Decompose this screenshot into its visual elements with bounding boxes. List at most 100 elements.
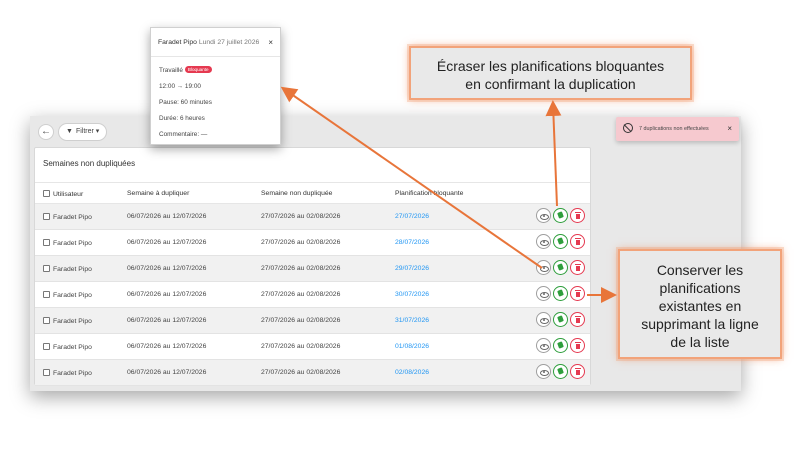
arrow-left-icon: ← xyxy=(41,126,51,137)
planning-popup: Faradet Pipo Lundi 27 juillet 2026 × Tra… xyxy=(150,27,281,145)
row-target-week: 27/07/2026 au 02/08/2026 xyxy=(261,265,341,272)
row-user: Faradet Pipo xyxy=(43,265,92,273)
delete-trash-icon[interactable] xyxy=(570,364,585,379)
row-source-week: 06/07/2026 au 12/07/2026 xyxy=(127,291,207,298)
delete-trash-icon[interactable] xyxy=(570,338,585,353)
row-source-week: 06/07/2026 au 12/07/2026 xyxy=(127,239,207,246)
row-blocking-link[interactable]: 28/07/2026 xyxy=(395,239,429,246)
callout-keep-line5: de la liste xyxy=(670,334,730,350)
delete-trash-icon[interactable] xyxy=(570,234,585,249)
row-blocking-link[interactable]: 29/07/2026 xyxy=(395,265,429,272)
toast-close-button[interactable]: × xyxy=(727,124,732,133)
row-source-week: 06/07/2026 au 12/07/2026 xyxy=(127,343,207,350)
callout-overwrite-line2: en confirmant la duplication xyxy=(465,76,636,92)
view-eye-icon[interactable] xyxy=(536,260,551,275)
row-source-week: 06/07/2026 au 12/07/2026 xyxy=(127,213,207,220)
view-eye-icon[interactable] xyxy=(536,364,551,379)
row-checkbox[interactable] xyxy=(43,291,50,298)
row-checkbox[interactable] xyxy=(43,239,50,246)
callout-overwrite: Écraser les planifications bloquantes en… xyxy=(409,46,692,100)
callout-keep-line4: supprimant la ligne xyxy=(641,316,759,332)
toast-message: 7 duplications non effectuées xyxy=(639,126,709,132)
filter-button[interactable]: ▼ Filtrer ▾ xyxy=(58,123,108,141)
card-title: Semaines non dupliquées xyxy=(43,159,136,168)
row-target-week: 27/07/2026 au 02/08/2026 xyxy=(261,369,341,376)
row-user: Faradet Pipo xyxy=(43,369,92,377)
popup-header: Faradet Pipo Lundi 27 juillet 2026 xyxy=(158,39,259,46)
ban-icon xyxy=(623,123,633,133)
table-row: Faradet Pipo 06/07/2026 au 12/07/2026 27/0… xyxy=(35,308,590,334)
row-blocking-link[interactable]: 27/07/2026 xyxy=(395,213,429,220)
screenshot-stage: ← ▼ Filtrer ▾ 7 duplications non effectué… xyxy=(0,0,800,450)
table-row: Faradet Pipo 06/07/2026 au 12/07/2026 27/0… xyxy=(35,230,590,256)
table-row: Faradet Pipo 06/07/2026 au 12/07/2026 27/0… xyxy=(35,204,590,230)
duplicate-copy-icon[interactable] xyxy=(553,286,568,301)
callout-keep-line1: Conserver les xyxy=(656,262,744,278)
row-blocking-link[interactable]: 31/07/2026 xyxy=(395,317,429,324)
callout-keep-line2: planifications xyxy=(659,280,741,296)
popup-close-button[interactable]: × xyxy=(268,38,273,47)
row-source-week: 06/07/2026 au 12/07/2026 xyxy=(127,317,207,324)
row-source-week: 06/07/2026 au 12/07/2026 xyxy=(127,265,207,272)
row-blocking-link[interactable]: 01/08/2026 xyxy=(395,343,429,350)
header-blocking: Planification bloquante xyxy=(395,190,464,197)
callout-overwrite-line1: Écraser les planifications bloquantes xyxy=(436,58,665,74)
row-checkbox[interactable] xyxy=(43,213,50,220)
callout-keep: Conserver les planifications existantes … xyxy=(618,249,782,359)
table-row: Faradet Pipo 06/07/2026 au 12/07/2026 27/0… xyxy=(35,360,590,386)
delete-trash-icon[interactable] xyxy=(570,260,585,275)
duplicate-copy-icon[interactable] xyxy=(553,338,568,353)
header-source-week: Semaine à dupliquer xyxy=(127,190,190,197)
popup-hours: 12:00 → 19:00 xyxy=(159,83,201,90)
view-eye-icon[interactable] xyxy=(536,208,551,223)
duplicate-copy-icon[interactable] xyxy=(553,260,568,275)
popup-comment: Commentaire: — xyxy=(159,131,208,138)
view-eye-icon[interactable] xyxy=(536,338,551,353)
back-button[interactable]: ← xyxy=(38,124,54,140)
select-all-checkbox[interactable] xyxy=(43,190,50,197)
row-checkbox[interactable] xyxy=(43,317,50,324)
error-toast: 7 duplications non effectuées × xyxy=(616,117,739,141)
delete-trash-icon[interactable] xyxy=(570,312,585,327)
table-row: Faradet Pipo 06/07/2026 au 12/07/2026 27/0… xyxy=(35,282,590,308)
row-user: Faradet Pipo xyxy=(43,213,92,221)
view-eye-icon[interactable] xyxy=(536,234,551,249)
row-target-week: 27/07/2026 au 02/08/2026 xyxy=(261,291,341,298)
delete-trash-icon[interactable] xyxy=(570,208,585,223)
non-duplicated-weeks-card: Semaines non dupliquées Utilisateur Sema… xyxy=(34,147,591,386)
funnel-icon: ▼ xyxy=(66,128,73,135)
view-eye-icon[interactable] xyxy=(536,286,551,301)
duplicate-copy-icon[interactable] xyxy=(553,234,568,249)
row-target-week: 27/07/2026 au 02/08/2026 xyxy=(261,213,341,220)
row-checkbox[interactable] xyxy=(43,265,50,272)
row-checkbox[interactable] xyxy=(43,369,50,376)
row-source-week: 06/07/2026 au 12/07/2026 xyxy=(127,369,207,376)
row-user: Faradet Pipo xyxy=(43,317,92,325)
table-header: Utilisateur Semaine à dupliquer Semaine … xyxy=(35,182,590,204)
delete-trash-icon[interactable] xyxy=(570,286,585,301)
row-checkbox[interactable] xyxy=(43,343,50,350)
row-user: Faradet Pipo xyxy=(43,343,92,351)
popup-type: Travaillé Bloquante xyxy=(159,66,212,74)
table-row: Faradet Pipo 06/07/2026 au 12/07/2026 27/0… xyxy=(35,256,590,282)
callout-keep-line3: existantes en xyxy=(658,298,742,314)
row-user: Faradet Pipo xyxy=(43,239,92,247)
view-eye-icon[interactable] xyxy=(536,312,551,327)
popup-user-name: Faradet Pipo xyxy=(158,39,197,46)
popup-date: Lundi 27 juillet 2026 xyxy=(198,39,260,46)
row-target-week: 27/07/2026 au 02/08/2026 xyxy=(261,239,341,246)
row-blocking-link[interactable]: 02/08/2026 xyxy=(395,369,429,376)
row-blocking-link[interactable]: 30/07/2026 xyxy=(395,291,429,298)
filter-label: Filtrer xyxy=(75,128,94,135)
row-target-week: 27/07/2026 au 02/08/2026 xyxy=(261,317,341,324)
header-target-week: Semaine non dupliquée xyxy=(261,190,333,197)
popup-duration: Durée: 6 heures xyxy=(159,115,205,122)
popup-pause: Pause: 60 minutes xyxy=(159,99,212,106)
row-user: Faradet Pipo xyxy=(43,291,92,299)
blocking-badge: Bloquante xyxy=(184,66,212,73)
table-row: Faradet Pipo 06/07/2026 au 12/07/2026 27/0… xyxy=(35,334,590,360)
popup-divider xyxy=(151,56,280,57)
duplicate-copy-icon[interactable] xyxy=(553,364,568,379)
duplicate-copy-icon[interactable] xyxy=(553,208,568,223)
duplicate-copy-icon[interactable] xyxy=(553,312,568,327)
